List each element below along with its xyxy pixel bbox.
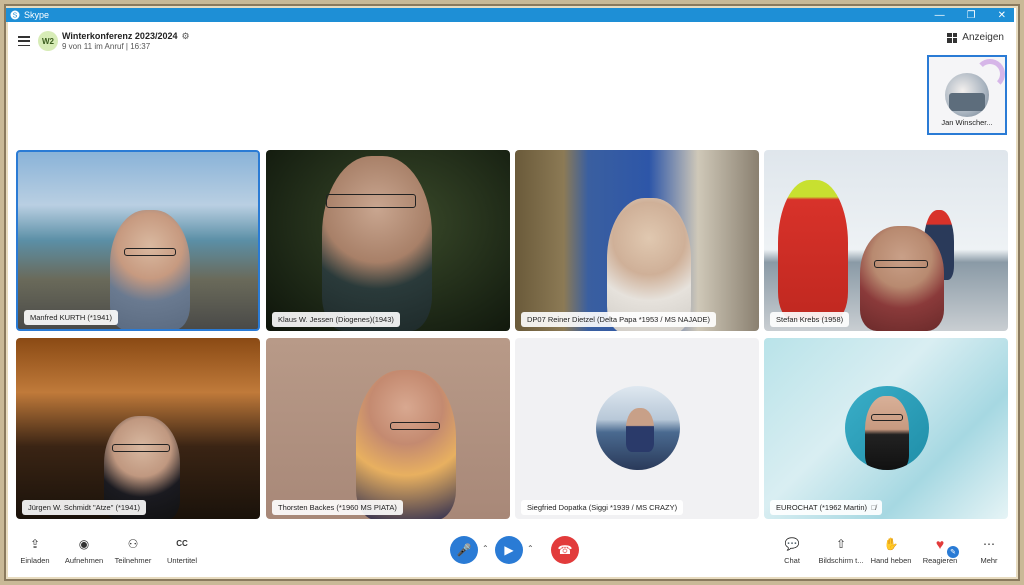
raise-hand-button[interactable]: ✋ Hand heben bbox=[866, 536, 916, 565]
more-label: Mehr bbox=[980, 556, 998, 565]
hangup-phone-icon: ☎ bbox=[557, 543, 573, 557]
participant-name: EUROCHAT (*1962 Martin) 🎙̸ bbox=[770, 500, 883, 515]
more-button[interactable]: ⋯ Mehr bbox=[964, 536, 1014, 565]
call-toolbar: ⇪ Einladen ◉ Aufnehmen ⚇ Teilnehmer CC U… bbox=[6, 530, 1014, 574]
participants-button[interactable]: ⚇ Teilnehmer bbox=[108, 536, 158, 565]
window-title: Skype bbox=[24, 10, 50, 20]
microphone-button[interactable]: 🎤 bbox=[450, 536, 478, 564]
more-dots-icon: ⋯ bbox=[983, 537, 995, 551]
self-avatar bbox=[945, 73, 989, 117]
call-status: 9 von 11 im Anruf | 16:37 bbox=[62, 41, 151, 51]
maximize-button[interactable]: ❐ bbox=[967, 10, 976, 21]
react-button[interactable]: ♥ Reagieren ✎ bbox=[915, 536, 965, 565]
subtitles-label: Untertitel bbox=[166, 556, 197, 565]
participant-tile[interactable]: EUROCHAT (*1962 Martin) 🎙̸ bbox=[764, 338, 1008, 519]
participant-name: Manfred KURTH (*1941) bbox=[24, 310, 118, 325]
call-header: W2 Winterkonferenz 2023/2024 ⚙ 9 von 11 … bbox=[18, 28, 190, 54]
participant-name: Klaus W. Jessen (Diogenes)(1943) bbox=[272, 312, 400, 327]
share-screen-icon: ⇧ bbox=[835, 537, 847, 551]
participant-name: DP07 Reiner Dietzel (Delta Papa *1953 / … bbox=[521, 312, 716, 327]
participants-label: Teilnehmer bbox=[114, 556, 152, 565]
conference-avatar: W2 bbox=[38, 31, 58, 51]
participants-icon: ⚇ bbox=[127, 537, 139, 551]
window-titlebar: S Skype — ❐ ✕ bbox=[6, 8, 1014, 22]
raise-hand-label: Hand heben bbox=[870, 556, 912, 565]
hangup-button[interactable]: ☎ bbox=[551, 536, 579, 564]
participant-video bbox=[322, 156, 432, 331]
closed-captions-icon: CC bbox=[176, 539, 188, 548]
participant-name: Siegfried Dopatka (Siggi *1939 / MS CRAZ… bbox=[521, 500, 684, 515]
view-layout-label: Anzeigen bbox=[962, 32, 1004, 43]
participant-tile[interactable]: Siegfried Dopatka (Siggi *1939 / MS CRAZ… bbox=[515, 338, 759, 519]
participant-tile[interactable]: DP07 Reiner Dietzel (Delta Papa *1953 / … bbox=[515, 150, 759, 331]
participant-tile[interactable]: Jürgen W. Schmidt "Atze" (*1941) bbox=[16, 338, 260, 519]
participant-tile[interactable]: Manfred KURTH (*1941) bbox=[16, 150, 260, 331]
share-upload-icon: ⇪ bbox=[29, 537, 41, 551]
skype-logo-icon: S bbox=[10, 10, 20, 20]
svg-text:S: S bbox=[13, 13, 18, 20]
microphone-icon: 🎤 bbox=[456, 543, 472, 557]
hamburger-menu-icon[interactable] bbox=[18, 36, 30, 46]
participant-name: Stefan Krebs (1958) bbox=[770, 312, 850, 327]
share-screen-label: Bildschirm t... bbox=[818, 556, 864, 565]
participant-tile[interactable]: Klaus W. Jessen (Diogenes)(1943) bbox=[266, 150, 510, 331]
self-name: Jan Winscher... bbox=[941, 118, 993, 127]
record-label: Aufnehmen bbox=[64, 556, 104, 565]
participant-name: Thorsten Backes (*1960 MS PIATA) bbox=[272, 500, 403, 515]
settings-gear-icon[interactable]: ⚙ bbox=[181, 31, 189, 42]
participant-tile[interactable]: Stefan Krebs (1958) bbox=[764, 150, 1008, 331]
participant-avatar bbox=[845, 386, 929, 470]
minimize-button[interactable]: — bbox=[935, 10, 945, 21]
close-button[interactable]: ✕ bbox=[998, 10, 1006, 21]
pen-edit-icon: ✎ bbox=[947, 546, 959, 558]
record-icon: ◉ bbox=[78, 537, 90, 551]
participant-video bbox=[778, 180, 848, 320]
hand-icon: ✋ bbox=[883, 537, 899, 551]
chevron-up-icon[interactable]: ⌃ bbox=[527, 544, 534, 553]
self-view-tile[interactable]: Jan Winscher... bbox=[927, 55, 1007, 135]
chat-button[interactable]: 💬 Chat bbox=[767, 536, 817, 565]
video-button[interactable]: ▶ bbox=[495, 536, 523, 564]
record-button[interactable]: ◉ Aufnehmen bbox=[59, 536, 109, 565]
invite-button[interactable]: ⇪ Einladen bbox=[10, 536, 60, 565]
participant-avatar bbox=[596, 386, 680, 470]
chat-bubble-icon: 💬 bbox=[784, 537, 800, 551]
subtitles-button[interactable]: CC Untertitel bbox=[157, 536, 207, 565]
grid-icon bbox=[947, 32, 958, 43]
video-camera-icon: ▶ bbox=[504, 543, 514, 557]
view-layout-button[interactable]: Anzeigen bbox=[947, 32, 1004, 43]
share-screen-button[interactable]: ⇧ Bildschirm t... bbox=[816, 536, 866, 565]
chevron-up-icon[interactable]: ⌃ bbox=[482, 544, 489, 553]
participant-video bbox=[110, 210, 190, 329]
mic-muted-icon: 🎙̸ bbox=[871, 505, 877, 512]
participant-video bbox=[356, 370, 456, 519]
participant-video bbox=[860, 226, 944, 331]
conference-title: Winterkonferenz 2023/2024 bbox=[62, 30, 178, 41]
chat-label: Chat bbox=[784, 556, 800, 565]
participant-name: Jürgen W. Schmidt "Atze" (*1941) bbox=[22, 500, 147, 515]
invite-label: Einladen bbox=[20, 556, 50, 565]
participant-tile[interactable]: Thorsten Backes (*1960 MS PIATA) bbox=[266, 338, 510, 519]
